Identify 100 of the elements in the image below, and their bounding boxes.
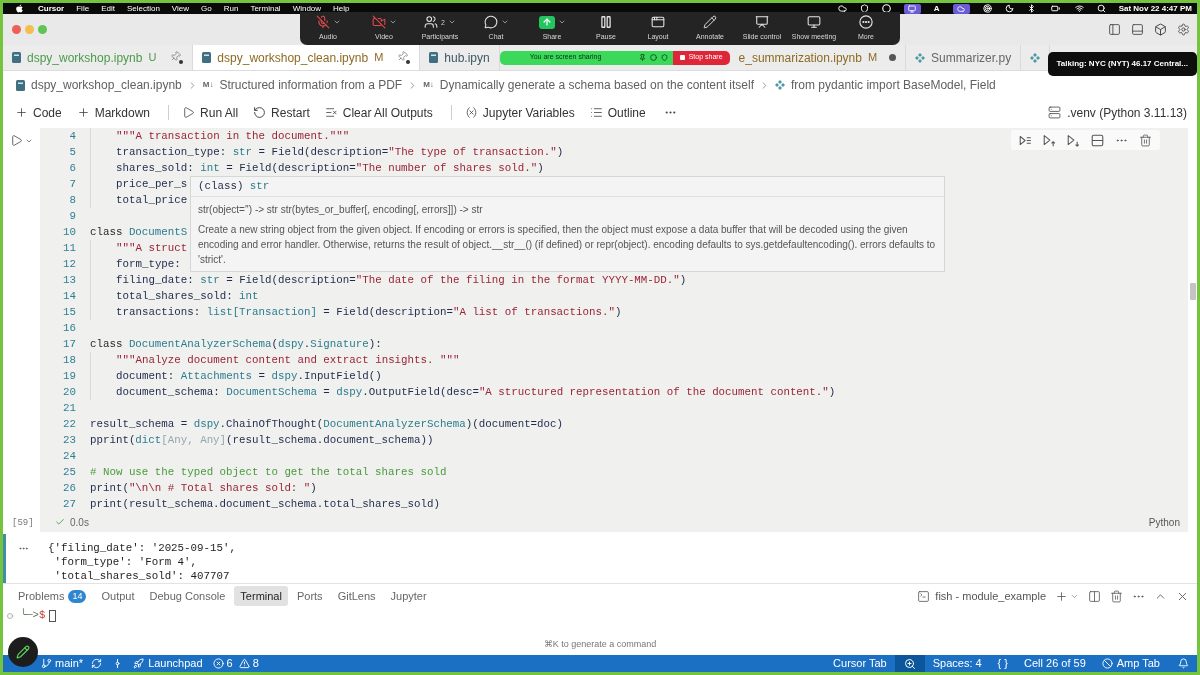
toolbar-button[interactable]: Code <box>10 103 67 122</box>
kernel-picker[interactable]: .venv (Python 3.11.13) <box>1048 103 1187 122</box>
cube-icon[interactable] <box>1154 23 1167 36</box>
pin-icon[interactable] <box>170 51 184 64</box>
menu-item[interactable]: Terminal <box>250 4 281 13</box>
editor-tab[interactable]: dspy_workshop_clean.ipynb M <box>193 45 421 70</box>
notebook-icon <box>202 52 212 63</box>
sync-icon[interactable] <box>91 658 103 669</box>
app-menu[interactable]: Cursor <box>38 4 65 13</box>
clock[interactable]: Sat Nov 22 4:47 PM <box>1118 4 1192 13</box>
panel-tab[interactable]: Jupyter <box>384 586 433 606</box>
breadcrumb-item[interactable]: dspy_workshop_clean.ipynb <box>31 76 182 94</box>
toolbar-button[interactable]: Restart <box>248 103 315 122</box>
search-icon[interactable] <box>1096 4 1106 13</box>
panel-toggle-icon[interactable] <box>1131 23 1144 36</box>
plus-icon <box>15 106 28 119</box>
status-item[interactable]: Cell 26 of 59 <box>1016 655 1094 672</box>
breadcrumb-item[interactable]: Dynamically generate a schema based on the content itself <box>439 76 755 94</box>
input-source-indicator[interactable]: A <box>933 4 940 13</box>
screen-icon[interactable] <box>903 3 921 14</box>
problems-status[interactable]: 6 8 <box>206 655 265 672</box>
line-number: 22 <box>62 417 76 432</box>
menu-item[interactable]: Window <box>292 4 322 13</box>
more-icon <box>859 15 873 29</box>
status-item[interactable]: { } <box>989 655 1016 672</box>
line-number: 16 <box>62 321 76 336</box>
menu-item[interactable]: Run <box>223 4 239 13</box>
status-item[interactable]: Spaces: 4 <box>924 655 990 672</box>
run-cell-button[interactable] <box>10 134 33 147</box>
launchpad-status[interactable]: Launchpad <box>129 655 207 672</box>
trash-icon[interactable] <box>1139 133 1152 147</box>
panel-tab[interactable]: Ports <box>290 586 329 606</box>
target-icon[interactable] <box>982 4 992 13</box>
toolbar-button[interactable]: Run All <box>177 103 244 122</box>
moon-icon[interactable] <box>1004 4 1014 13</box>
scrollbar-thumb[interactable] <box>1190 283 1196 300</box>
list-icon <box>589 106 603 119</box>
bluetooth-icon[interactable] <box>1026 4 1036 13</box>
cloud-icon[interactable] <box>952 3 970 14</box>
notebook-icon <box>12 52 21 63</box>
menu-item[interactable]: File <box>76 4 90 13</box>
pencil-icon <box>703 15 717 29</box>
breadcrumb-item[interactable]: from pydantic import BaseModel, Field <box>791 76 996 94</box>
ring-icon <box>649 54 657 61</box>
line-number: 5 <box>68 145 76 160</box>
code-line: # Now use the typed object to get the total shares sold <box>90 465 447 480</box>
panel-tab[interactable]: Output <box>95 586 141 606</box>
apple-icon[interactable] <box>15 4 24 13</box>
ring-icon[interactable] <box>881 4 891 13</box>
panel-tab[interactable]: Debug Console <box>143 586 232 606</box>
line-number: 14 <box>62 289 76 304</box>
output-line: {'filing_date': '2025-09-15', <box>48 541 236 555</box>
split-square-icon[interactable] <box>1091 133 1104 147</box>
close-window-button[interactable] <box>12 25 21 34</box>
code-line: document_schema: DocumentSchema = dspy.OutputField(desc="A structured representation of the document content.") <box>116 385 836 400</box>
menu-item[interactable]: Go <box>201 4 212 13</box>
toolbar-button[interactable]: Markdown <box>71 103 156 122</box>
line-number: 15 <box>62 305 76 320</box>
clear-list-icon <box>324 106 338 119</box>
plus-icon <box>76 106 90 119</box>
sidebar-toggle-icon[interactable] <box>1108 23 1121 36</box>
play-up-arrow-icon[interactable] <box>1043 133 1056 147</box>
toolbar-button[interactable]: Jupyter Variables <box>459 103 580 122</box>
code-line: print(result_schema.document_schema.total_shares_sold) <box>90 497 440 512</box>
wifi-icon[interactable] <box>1074 4 1084 13</box>
terminal-selector[interactable]: fish - module_example <box>917 587 1046 605</box>
pause-icon <box>599 15 613 29</box>
line-number: 26 <box>62 481 76 496</box>
bell-icon[interactable] <box>1178 658 1189 669</box>
cloud-icon[interactable] <box>837 4 847 13</box>
play-down-arrow-icon[interactable] <box>1067 133 1080 147</box>
status-item[interactable]: Cursor Tab <box>825 655 895 672</box>
branch-icon <box>41 658 52 669</box>
panel-tab[interactable]: Problems 14 <box>12 586 93 606</box>
line-number: 13 <box>62 273 76 288</box>
play-lines-icon[interactable] <box>1019 133 1032 147</box>
toolbar-button[interactable]: Outline <box>584 103 651 122</box>
trash-icon[interactable] <box>1110 589 1123 603</box>
plus-icon[interactable] <box>1055 589 1068 603</box>
menu-item[interactable]: View <box>171 4 190 13</box>
menu-item[interactable]: Help <box>333 4 350 13</box>
code-line: transactions: list[Transaction] = Field(description="A list of transactions.") <box>116 305 622 320</box>
amp-status[interactable]: Amp Tab <box>1093 655 1168 672</box>
zoom-in-icon[interactable] <box>894 655 925 672</box>
branch-status[interactable]: main* <box>37 655 88 672</box>
battery-icon[interactable] <box>1048 4 1062 13</box>
toolbar-button[interactable]: Clear All Outputs <box>319 103 438 122</box>
code-line: filing_date: str = Field(description="The date of the filing in the format YYYY-MM-DD.") <box>116 273 687 288</box>
line-number: 7 <box>68 177 76 192</box>
panel-tab[interactable]: Terminal <box>234 586 288 606</box>
panel-tab[interactable]: GitLens <box>331 586 382 606</box>
menu-item[interactable]: Edit <box>101 4 115 13</box>
error-icon <box>212 658 224 669</box>
language-label[interactable]: Python <box>1148 514 1180 530</box>
split-icon[interactable] <box>1088 589 1101 603</box>
breadcrumb-item[interactable]: Structured information from a PDF <box>219 76 403 94</box>
pin-icon[interactable] <box>397 51 411 64</box>
menu-item[interactable]: Selection <box>126 4 160 13</box>
settings-icon[interactable] <box>1177 23 1190 36</box>
shield-icon[interactable] <box>859 4 869 13</box>
